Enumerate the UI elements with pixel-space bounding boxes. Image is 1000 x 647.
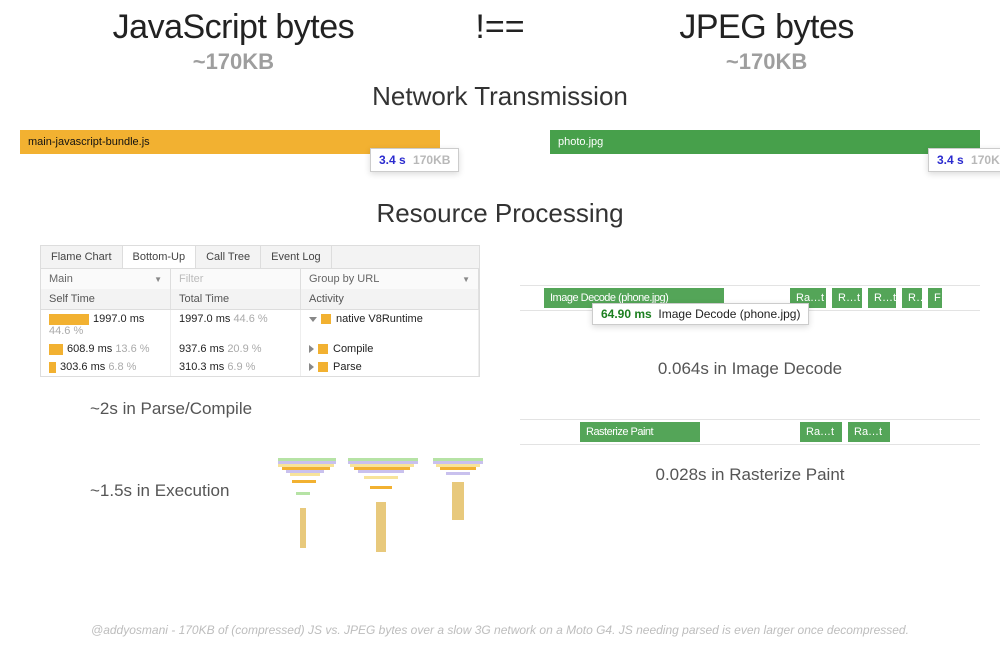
jpeg-network-tooltip: 3.4 s 170KB [928, 148, 1000, 172]
size-left: ~170KB [70, 49, 397, 75]
section-processing-heading: Resource Processing [0, 198, 1000, 229]
summary-rasterize: 0.028s in Rasterize Paint [520, 465, 980, 485]
title-left: JavaScript bytes [70, 8, 397, 47]
chevron-down-icon: ▼ [462, 275, 470, 284]
tab-call-tree[interactable]: Call Tree [196, 246, 261, 268]
rasterize-track: Rasterize Paint Ra…t Ra…t [520, 419, 980, 445]
rasterize-bar-small: Ra…t [848, 422, 890, 442]
table-row[interactable]: 608.9 ms 13.6 % 937.6 ms 20.9 % Compile [41, 340, 479, 358]
activity-color-icon [318, 362, 328, 372]
tab-bottom-up[interactable]: Bottom-Up [123, 246, 197, 268]
tab-flame-chart[interactable]: Flame Chart [41, 246, 123, 268]
decode-bar-small: R… [902, 288, 922, 308]
summary-image-decode: 0.064s in Image Decode [520, 359, 980, 379]
filter-input[interactable]: Filter [171, 269, 301, 289]
chevron-down-icon: ▼ [154, 275, 162, 284]
thread-select[interactable]: Main ▼ [41, 269, 171, 289]
col-self-time[interactable]: Self Time [41, 289, 171, 309]
expand-icon[interactable] [309, 317, 317, 322]
decode-bar-small: R…t [832, 288, 862, 308]
col-total-time[interactable]: Total Time [171, 289, 301, 309]
tooltip-time: 3.4 s [937, 153, 964, 167]
table-row[interactable]: 1997.0 ms 44.6 % 1997.0 ms 44.6 % native… [41, 310, 479, 340]
table-row[interactable]: 303.6 ms 6.8 % 310.3 ms 6.9 % Parse [41, 358, 479, 376]
group-by-label: Group by URL [309, 273, 379, 285]
expand-icon[interactable] [309, 363, 314, 371]
tab-event-log[interactable]: Event Log [261, 246, 332, 268]
rasterize-bar-small: Ra…t [800, 422, 842, 442]
image-decode-tooltip: 64.90 ms Image Decode (phone.jpg) [592, 303, 809, 325]
rasterize-bar: Rasterize Paint [580, 422, 700, 442]
title-right: JPEG bytes [603, 8, 930, 47]
group-by-select[interactable]: Group by URL ▼ [301, 269, 479, 289]
jpeg-network-bar: photo.jpg [550, 130, 980, 154]
footer-credit: @addyosmani - 170KB of (compressed) JS v… [0, 623, 1000, 637]
decode-bar-small: R…t [868, 288, 896, 308]
flame-graph-icon [278, 458, 498, 578]
expand-icon[interactable] [309, 345, 314, 353]
size-right: ~170KB [603, 49, 930, 75]
tooltip-time: 3.4 s [379, 153, 406, 167]
decode-bar-small: F [928, 288, 942, 308]
thread-select-label: Main [49, 273, 73, 285]
js-network-tooltip: 3.4 s 170KB [370, 148, 459, 172]
activity-color-icon [321, 314, 331, 324]
section-network-heading: Network Transmission [0, 81, 1000, 112]
tooltip-size: 170KB [971, 153, 1000, 167]
tooltip-size: 170KB [413, 153, 450, 167]
col-activity[interactable]: Activity [301, 289, 479, 309]
activity-color-icon [318, 344, 328, 354]
summary-parse-compile: ~2s in Parse/Compile [90, 399, 480, 419]
operator-not-equal: !== [448, 8, 551, 75]
